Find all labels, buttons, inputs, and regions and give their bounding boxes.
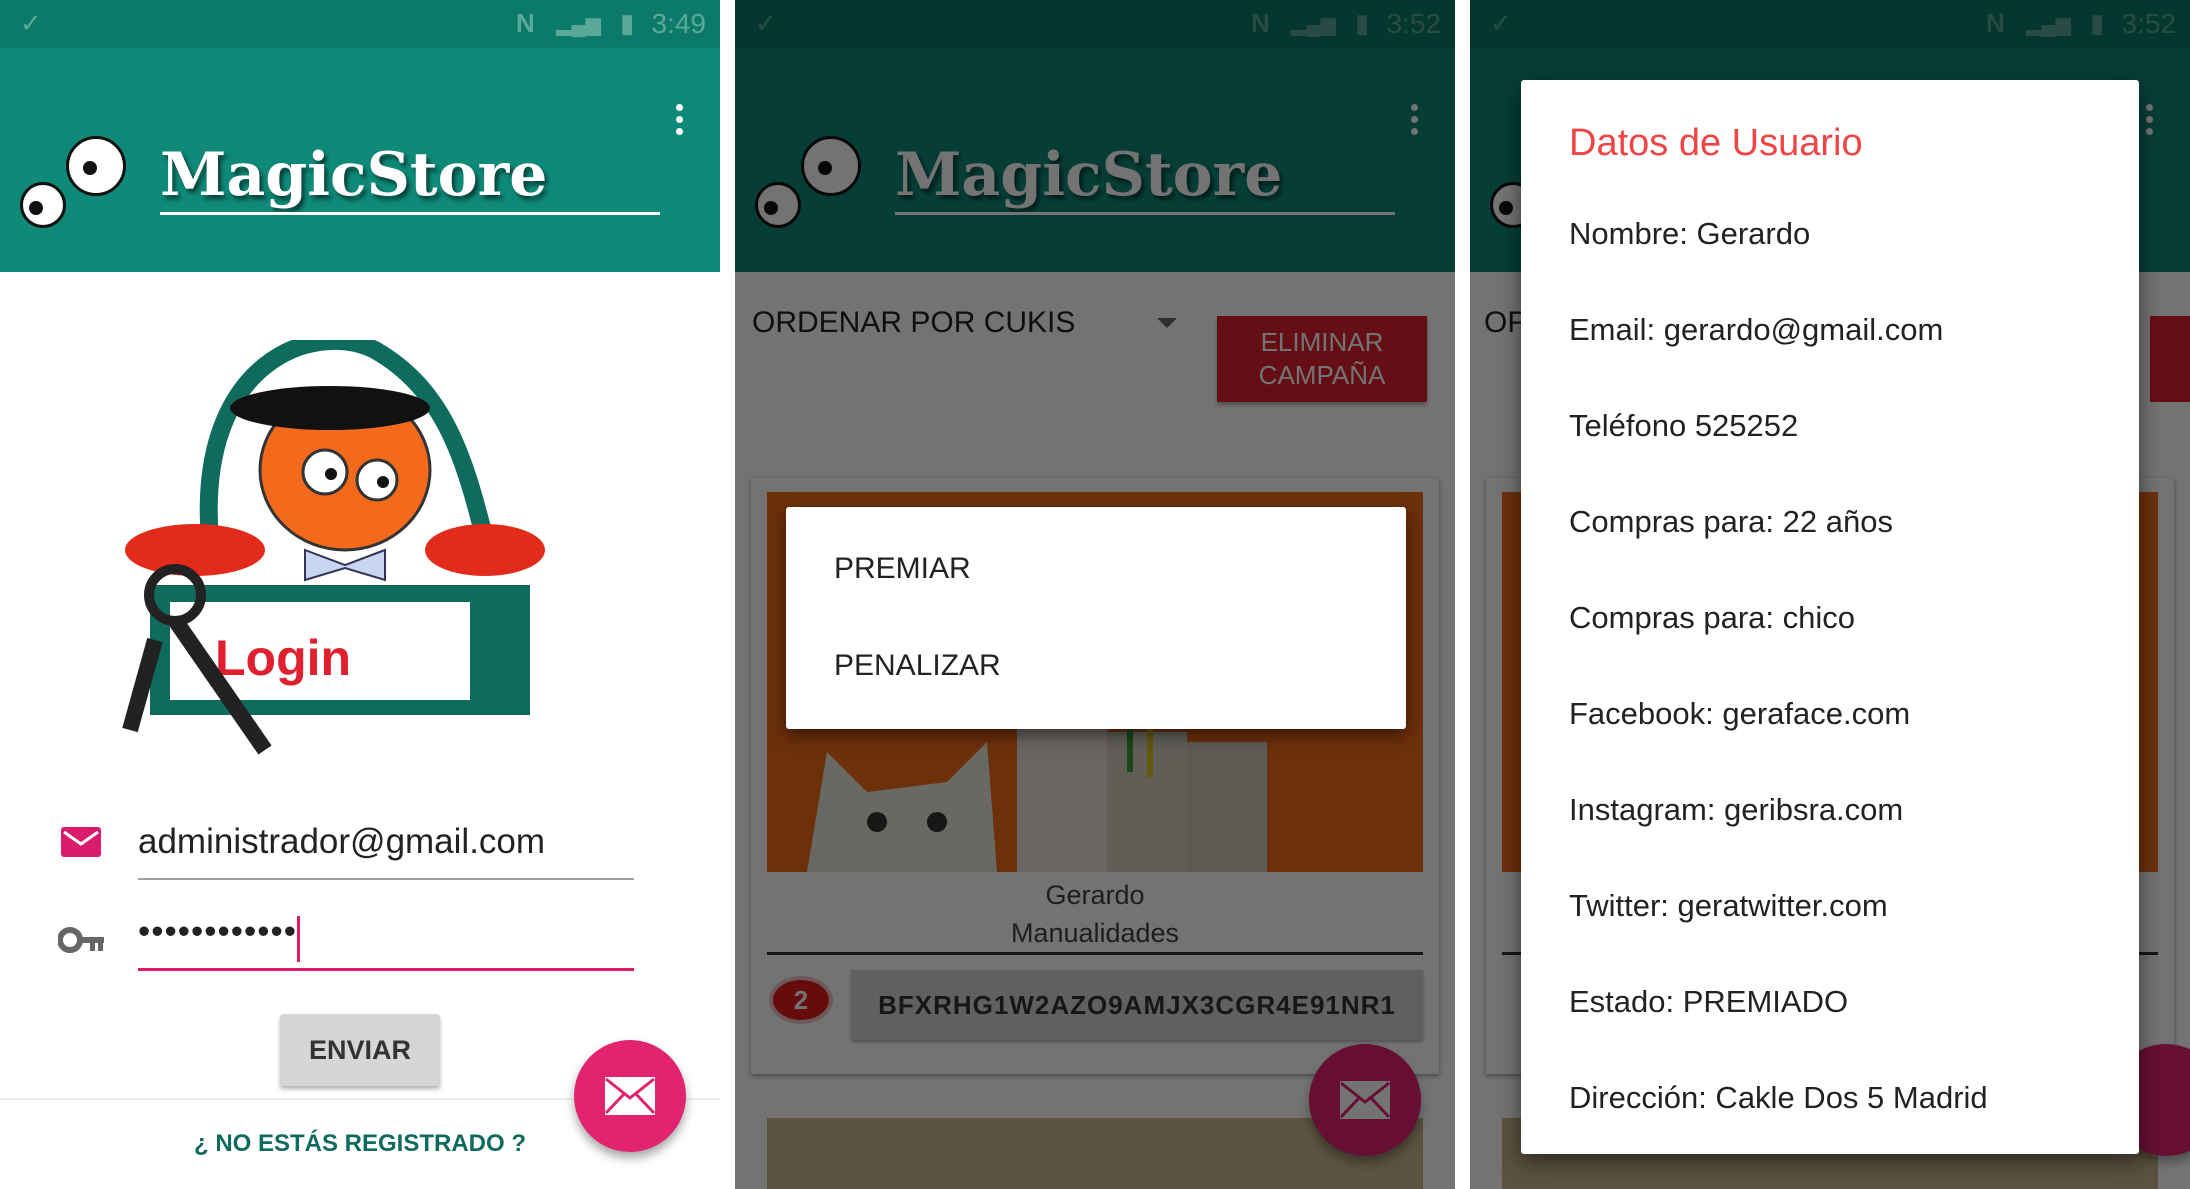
delete-campaign-button[interactable]: ELIMINAR CAMPAÑA (1217, 316, 1427, 402)
status-bar: ✓ N ▂▄▆ ▮ 3:52 (1470, 0, 2190, 48)
user-email: Email: gerardo@gmail.com (1569, 312, 1944, 347)
signal-icon: ▂▄▆ (556, 14, 601, 36)
login-screen: ✓ N ▂▄▆ ▮ 3:49 MagicStore Login administ… (0, 0, 720, 1189)
user-status: Estado: PREMIADO (1569, 984, 1849, 1019)
app-bar: MagicStore (0, 48, 720, 272)
user-age: Compras para: 22 años (1569, 504, 1893, 539)
envelope-icon (1339, 1081, 1391, 1119)
status-time: 3:52 (2121, 8, 2177, 39)
sort-dropdown[interactable]: ORDENAR POR CUKIS (752, 306, 1075, 340)
password-field[interactable]: •••••••••••• (138, 912, 634, 971)
nfc-icon: N (1251, 8, 1270, 38)
title-underline (895, 212, 1395, 215)
user-phone: Teléfono 525252 (1569, 408, 1799, 443)
count-badge: 2 (773, 980, 829, 1020)
user-facebook: Facebook: geraface.com (1569, 696, 1911, 731)
overflow-menu-icon[interactable] (1411, 104, 1419, 138)
context-menu: PREMIAR PENALIZAR (786, 507, 1406, 729)
status-bar: ✓ N ▂▄▆ ▮ 3:49 (0, 0, 720, 48)
delete-campaign-button (2150, 316, 2190, 402)
download-done-icon: ✓ (20, 8, 42, 38)
status-bar: ✓ N ▂▄▆ ▮ 3:52 (735, 0, 1455, 48)
user-data-screen: ✓ N ▂▄▆ ▮ 3:52 OF Datos de Usuario Nombr… (1470, 0, 2190, 1189)
battery-icon: ▮ (620, 8, 635, 38)
battery-icon: ▮ (2090, 8, 2105, 38)
app-title: MagicStore (160, 140, 548, 210)
overflow-menu-icon[interactable] (676, 104, 684, 138)
signal-icon: ▂▄▆ (2026, 14, 2071, 36)
password-value: •••••••••••• (138, 912, 298, 951)
status-time: 3:52 (1386, 8, 1442, 39)
menu-item-penalizar[interactable]: PENALIZAR (834, 649, 1001, 683)
email-field[interactable]: administrador@gmail.com (138, 822, 634, 880)
overflow-menu-icon[interactable] (2146, 104, 2154, 138)
dialog-title: Datos de Usuario (1569, 122, 1863, 164)
envelope-icon (604, 1077, 656, 1115)
submit-button[interactable]: ENVIAR (280, 1014, 440, 1086)
mail-fab-button[interactable] (1309, 1044, 1421, 1156)
signal-icon: ▂▄▆ (1291, 14, 1336, 36)
user-instagram: Instagram: geribsra.com (1569, 792, 1904, 827)
user-twitter: Twitter: geratwitter.com (1569, 888, 1888, 923)
campaign-code-button[interactable]: BFXRHG1W2AZO9AMJX3CGR4E91NR1 (851, 970, 1423, 1040)
nfc-icon: N (516, 8, 535, 38)
email-underline (138, 878, 634, 880)
eyes-logo-icon (755, 130, 885, 230)
user-name: Nombre: Gerardo (1569, 216, 1811, 251)
card-divider (767, 952, 1423, 955)
app-bar: MagicStore (735, 48, 1455, 272)
download-done-icon: ✓ (1490, 8, 1512, 38)
user-address: Dirección: Cakle Dos 5 Madrid (1569, 1080, 1988, 1115)
login-illustration: Login (122, 340, 545, 755)
card-category: Manualidades (1010, 918, 1180, 948)
nfc-icon: N (1986, 8, 2005, 38)
email-value: administrador@gmail.com (138, 822, 546, 861)
mail-icon (61, 827, 101, 857)
password-underline (138, 968, 634, 971)
text-cursor (297, 915, 301, 962)
status-time: 3:49 (651, 8, 707, 39)
menu-item-premiar[interactable]: PREMIAR (834, 552, 971, 586)
download-done-icon: ✓ (755, 8, 777, 38)
battery-icon: ▮ (1355, 8, 1370, 38)
title-underline (160, 212, 660, 215)
user-gender: Compras para: chico (1569, 600, 1856, 635)
user-data-dialog: Datos de Usuario Nombre: Gerardo Email: … (1521, 80, 2139, 1154)
card-owner-name: Gerardo (1045, 880, 1145, 910)
sort-dropdown: OF (1484, 306, 1526, 339)
mail-fab-button[interactable] (574, 1040, 686, 1152)
campaign-screen: ✓ N ▂▄▆ ▮ 3:52 MagicStore ORDENAR POR CU… (735, 0, 1455, 1189)
key-icon (58, 927, 104, 953)
login-art-label: Login (215, 630, 351, 686)
app-title: MagicStore (895, 140, 1283, 210)
dropdown-arrow-icon[interactable] (1157, 318, 1177, 328)
eyes-logo-icon (20, 130, 150, 230)
